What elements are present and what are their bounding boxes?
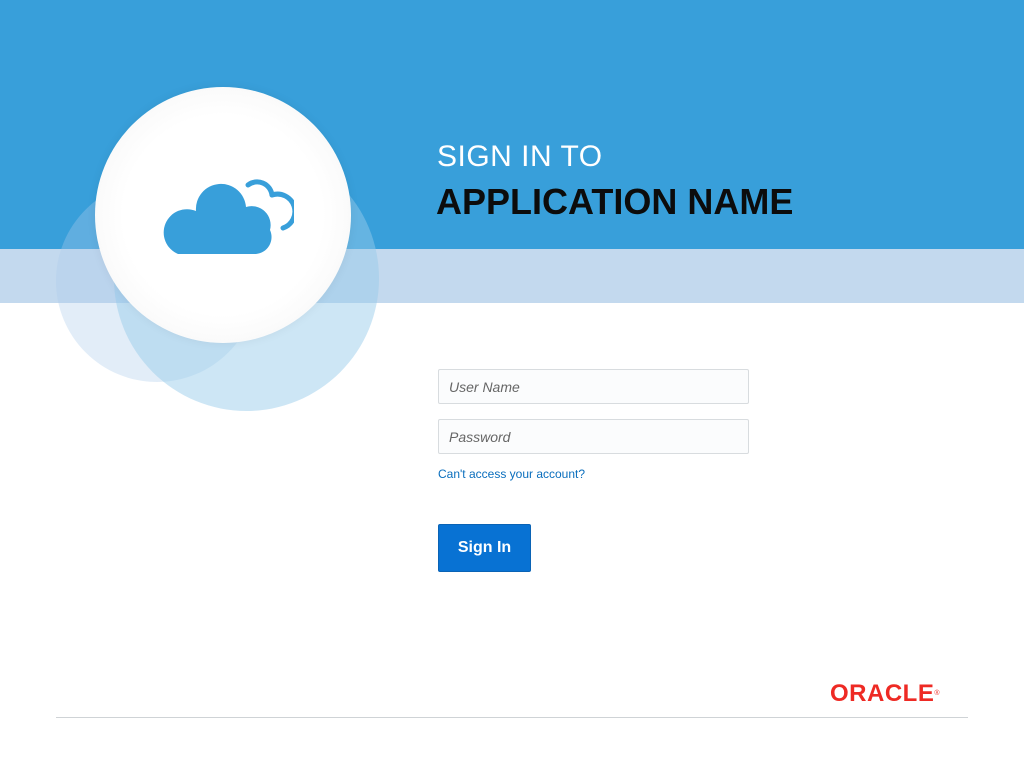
oracle-logo-text: ORACLE <box>830 680 935 707</box>
login-page: SIGN IN TO APPLICATION NAME Can't access… <box>0 0 1024 768</box>
username-input[interactable] <box>438 369 749 404</box>
password-input[interactable] <box>438 419 749 454</box>
page-title: APPLICATION NAME <box>436 181 794 222</box>
registered-mark: ® <box>934 690 941 697</box>
cloud-icon <box>163 179 294 254</box>
oracle-logo: ORACLE® <box>830 680 940 708</box>
footer-divider <box>56 717 968 718</box>
page-subtitle: SIGN IN TO <box>437 140 603 173</box>
cant-access-account-link[interactable]: Can't access your account? <box>438 467 585 481</box>
sign-in-button[interactable]: Sign In <box>438 524 531 572</box>
